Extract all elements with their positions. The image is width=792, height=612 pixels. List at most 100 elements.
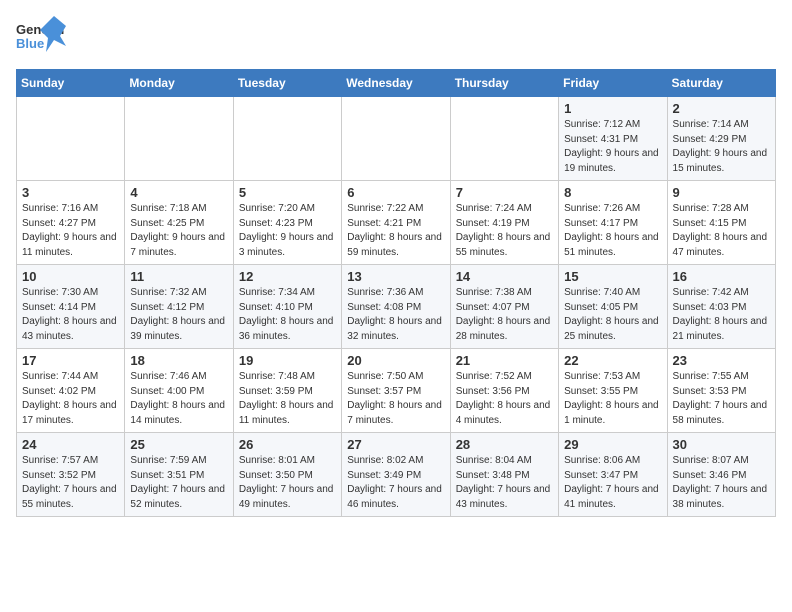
week-row-5: 24 Sunrise: 7:57 AM Sunset: 3:52 PM Dayli… <box>17 433 776 517</box>
week-row-4: 17Sunrise: 7:44 AM Sunset: 4:02 PM Dayli… <box>17 349 776 433</box>
calendar-cell: 10 Sunrise: 7:30 AM Sunset: 4:14 PM Dayli… <box>17 265 125 349</box>
day-number: 19 <box>239 353 336 368</box>
calendar-cell: 1 Sunrise: 7:12 AM Sunset: 4:31 PM Daylig… <box>559 97 667 181</box>
day-number: 7 <box>456 185 553 200</box>
logo-svg: GeneralBlue <box>16 16 66 61</box>
day-info: Sunrise: 8:04 AM Sunset: 3:48 PM Dayligh… <box>456 454 553 512</box>
day-number: 20 <box>347 353 444 368</box>
logo: GeneralBlue <box>16 16 66 61</box>
day-info: Sunrise: 7:18 AM Sunset: 4:25 PM Dayligh… <box>130 202 227 260</box>
day-number: 28 <box>456 437 553 452</box>
calendar-cell: 13 Sunrise: 7:36 AM Sunset: 4:08 PM Dayli… <box>342 265 450 349</box>
day-info: Sunrise: 8:07 AM Sunset: 3:46 PM Dayligh… <box>673 454 770 512</box>
calendar-cell: 7 Sunrise: 7:24 AM Sunset: 4:19 PM Daylig… <box>450 181 558 265</box>
day-number: 5 <box>239 185 336 200</box>
day-number: 16 <box>673 269 770 284</box>
calendar-cell: 18Sunrise: 7:46 AM Sunset: 4:00 PM Dayli… <box>125 349 233 433</box>
day-number: 12 <box>239 269 336 284</box>
day-info: Sunrise: 7:14 AM Sunset: 4:29 PM Dayligh… <box>673 118 770 176</box>
day-number: 21 <box>456 353 553 368</box>
day-info: Sunrise: 7:34 AM Sunset: 4:10 PM Dayligh… <box>239 286 336 344</box>
calendar-cell: 11Sunrise: 7:32 AM Sunset: 4:12 PM Dayli… <box>125 265 233 349</box>
day-number: 6 <box>347 185 444 200</box>
day-number: 15 <box>564 269 661 284</box>
day-number: 27 <box>347 437 444 452</box>
calendar-cell: 22 Sunrise: 7:53 AM Sunset: 3:55 PM Dayli… <box>559 349 667 433</box>
header-friday: Friday <box>559 70 667 97</box>
calendar-cell: 21 Sunrise: 7:52 AM Sunset: 3:56 PM Dayli… <box>450 349 558 433</box>
calendar-cell: 20 Sunrise: 7:50 AM Sunset: 3:57 PM Dayli… <box>342 349 450 433</box>
day-info: Sunrise: 7:16 AM Sunset: 4:27 PM Dayligh… <box>22 202 119 260</box>
day-number: 10 <box>22 269 119 284</box>
header: GeneralBlue <box>16 16 776 61</box>
day-number: 9 <box>673 185 770 200</box>
calendar-cell: 15Sunrise: 7:40 AM Sunset: 4:05 PM Dayli… <box>559 265 667 349</box>
day-info: Sunrise: 7:52 AM Sunset: 3:56 PM Dayligh… <box>456 370 553 428</box>
day-info: Sunrise: 7:57 AM Sunset: 3:52 PM Dayligh… <box>22 454 119 512</box>
day-info: Sunrise: 7:22 AM Sunset: 4:21 PM Dayligh… <box>347 202 444 260</box>
calendar-cell <box>450 97 558 181</box>
day-number: 22 <box>564 353 661 368</box>
calendar-cell: 17Sunrise: 7:44 AM Sunset: 4:02 PM Dayli… <box>17 349 125 433</box>
calendar-cell <box>17 97 125 181</box>
calendar-cell: 25Sunrise: 7:59 AM Sunset: 3:51 PM Dayli… <box>125 433 233 517</box>
day-info: Sunrise: 8:06 AM Sunset: 3:47 PM Dayligh… <box>564 454 661 512</box>
calendar-cell: 24 Sunrise: 7:57 AM Sunset: 3:52 PM Dayli… <box>17 433 125 517</box>
header-saturday: Saturday <box>667 70 775 97</box>
calendar-cell: 23Sunrise: 7:55 AM Sunset: 3:53 PM Dayli… <box>667 349 775 433</box>
day-info: Sunrise: 7:53 AM Sunset: 3:55 PM Dayligh… <box>564 370 661 428</box>
calendar-cell <box>233 97 341 181</box>
day-number: 4 <box>130 185 227 200</box>
week-row-3: 10 Sunrise: 7:30 AM Sunset: 4:14 PM Dayli… <box>17 265 776 349</box>
day-info: Sunrise: 7:36 AM Sunset: 4:08 PM Dayligh… <box>347 286 444 344</box>
calendar-cell: 5 Sunrise: 7:20 AM Sunset: 4:23 PM Daylig… <box>233 181 341 265</box>
day-info: Sunrise: 7:24 AM Sunset: 4:19 PM Dayligh… <box>456 202 553 260</box>
calendar-cell: 2 Sunrise: 7:14 AM Sunset: 4:29 PM Daylig… <box>667 97 775 181</box>
header-tuesday: Tuesday <box>233 70 341 97</box>
calendar-cell: 4 Sunrise: 7:18 AM Sunset: 4:25 PM Daylig… <box>125 181 233 265</box>
svg-text:Blue: Blue <box>16 36 44 51</box>
calendar-cell: 19 Sunrise: 7:48 AM Sunset: 3:59 PM Dayli… <box>233 349 341 433</box>
calendar-cell: 8 Sunrise: 7:26 AM Sunset: 4:17 PM Daylig… <box>559 181 667 265</box>
header-wednesday: Wednesday <box>342 70 450 97</box>
calendar-cell: 12 Sunrise: 7:34 AM Sunset: 4:10 PM Dayli… <box>233 265 341 349</box>
day-number: 25 <box>130 437 227 452</box>
calendar-cell <box>342 97 450 181</box>
calendar-cell <box>125 97 233 181</box>
day-info: Sunrise: 7:38 AM Sunset: 4:07 PM Dayligh… <box>456 286 553 344</box>
calendar-cell: 26 Sunrise: 8:01 AM Sunset: 3:50 PM Dayli… <box>233 433 341 517</box>
day-info: Sunrise: 7:30 AM Sunset: 4:14 PM Dayligh… <box>22 286 119 344</box>
day-number: 2 <box>673 101 770 116</box>
day-info: Sunrise: 7:26 AM Sunset: 4:17 PM Dayligh… <box>564 202 661 260</box>
calendar-cell: 3Sunrise: 7:16 AM Sunset: 4:27 PM Daylig… <box>17 181 125 265</box>
day-number: 1 <box>564 101 661 116</box>
day-number: 8 <box>564 185 661 200</box>
day-info: Sunrise: 7:48 AM Sunset: 3:59 PM Dayligh… <box>239 370 336 428</box>
header-thursday: Thursday <box>450 70 558 97</box>
day-number: 13 <box>347 269 444 284</box>
day-number: 24 <box>22 437 119 452</box>
day-number: 30 <box>673 437 770 452</box>
calendar-cell: 27Sunrise: 8:02 AM Sunset: 3:49 PM Dayli… <box>342 433 450 517</box>
calendar-cell: 9 Sunrise: 7:28 AM Sunset: 4:15 PM Daylig… <box>667 181 775 265</box>
calendar-cell: 29 Sunrise: 8:06 AM Sunset: 3:47 PM Dayli… <box>559 433 667 517</box>
day-number: 14 <box>456 269 553 284</box>
header-sunday: Sunday <box>17 70 125 97</box>
week-row-2: 3Sunrise: 7:16 AM Sunset: 4:27 PM Daylig… <box>17 181 776 265</box>
calendar-cell: 6 Sunrise: 7:22 AM Sunset: 4:21 PM Daylig… <box>342 181 450 265</box>
day-number: 23 <box>673 353 770 368</box>
day-info: Sunrise: 7:32 AM Sunset: 4:12 PM Dayligh… <box>130 286 227 344</box>
day-info: Sunrise: 8:01 AM Sunset: 3:50 PM Dayligh… <box>239 454 336 512</box>
day-info: Sunrise: 7:28 AM Sunset: 4:15 PM Dayligh… <box>673 202 770 260</box>
day-info: Sunrise: 7:50 AM Sunset: 3:57 PM Dayligh… <box>347 370 444 428</box>
day-info: Sunrise: 7:20 AM Sunset: 4:23 PM Dayligh… <box>239 202 336 260</box>
day-number: 29 <box>564 437 661 452</box>
day-number: 18 <box>130 353 227 368</box>
day-number: 17 <box>22 353 119 368</box>
header-monday: Monday <box>125 70 233 97</box>
calendar-cell: 30 Sunrise: 8:07 AM Sunset: 3:46 PM Dayli… <box>667 433 775 517</box>
calendar-table: SundayMondayTuesdayWednesdayThursdayFrid… <box>16 69 776 517</box>
calendar-cell: 28 Sunrise: 8:04 AM Sunset: 3:48 PM Dayli… <box>450 433 558 517</box>
day-info: Sunrise: 7:12 AM Sunset: 4:31 PM Dayligh… <box>564 118 661 176</box>
day-number: 26 <box>239 437 336 452</box>
